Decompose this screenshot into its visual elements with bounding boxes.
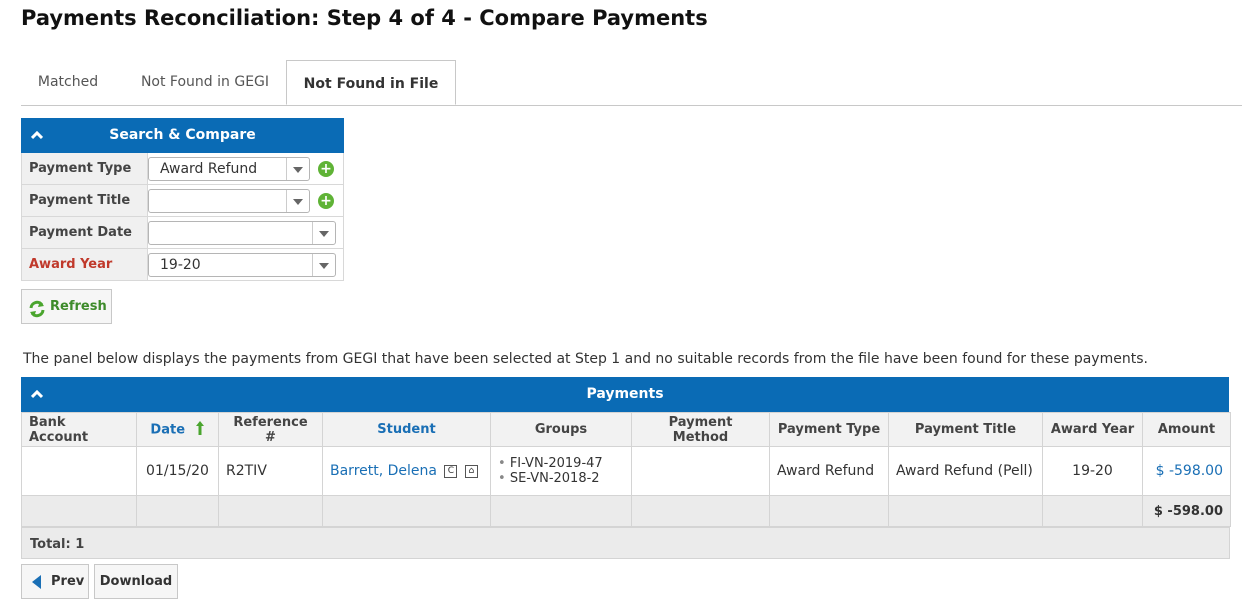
group-item: • SE-VN-2018-2 <box>498 471 600 486</box>
tab-bar: Matched Not Found in GEGI Not Found in F… <box>21 60 1242 106</box>
col-payment-type: Payment Type <box>769 412 889 447</box>
col-payment-method: Payment Method <box>631 412 770 447</box>
refresh-icon <box>28 298 46 331</box>
col-date[interactable]: Date <box>136 412 219 447</box>
cell-payment-title: Award Refund (Pell) <box>888 446 1043 496</box>
payment-title-select[interactable] <box>148 189 310 213</box>
home-icon[interactable]: ⌂ <box>464 464 478 478</box>
refresh-button[interactable]: Refresh <box>21 289 112 324</box>
cell-bank-account <box>21 446 137 496</box>
payment-date-row: Payment Date <box>21 217 344 249</box>
col-award-year: Award Year <box>1042 412 1143 447</box>
award-year-value: 19-20 <box>160 257 201 273</box>
col-bank-account: Bank Account <box>21 412 137 447</box>
prev-label: Prev <box>51 574 85 589</box>
payment-title-label: Payment Title <box>22 185 148 216</box>
col-student[interactable]: Student <box>322 412 491 447</box>
payments-title: Payments <box>586 386 664 402</box>
total-count: Total: 1 <box>21 527 1230 559</box>
col-groups: Groups <box>490 412 632 447</box>
table-header-row: Bank Account Date Reference # Student Gr… <box>21 412 1231 447</box>
table-row: 01/15/20 R2TIV Barrett, Delena C ⌂ • FI-… <box>21 446 1231 496</box>
cell-reference: R2TIV <box>218 446 323 496</box>
col-student-label[interactable]: Student <box>377 422 435 437</box>
col-payment-title: Payment Title <box>888 412 1043 447</box>
refresh-label: Refresh <box>50 299 107 314</box>
col-amount: Amount <box>1142 412 1231 447</box>
award-year-select[interactable]: 19-20 <box>148 253 336 277</box>
cell-date: 01/15/20 <box>136 446 219 496</box>
search-compare-header[interactable]: Search & Compare <box>21 118 344 153</box>
prev-arrow-icon <box>32 575 41 589</box>
sum-row: $ -598.00 <box>21 495 1231 527</box>
add-payment-title-icon[interactable]: + <box>318 193 334 209</box>
cell-payment-type: Award Refund <box>769 446 889 496</box>
sort-up-arrow-icon <box>195 420 205 440</box>
group-item: • FI-VN-2019-47 <box>498 456 603 471</box>
prev-button[interactable]: Prev <box>21 564 89 599</box>
dropdown-arrow-icon[interactable] <box>286 158 309 180</box>
cell-student: Barrett, Delena C ⌂ <box>322 446 491 496</box>
tab-not-found-in-file[interactable]: Not Found in File <box>286 60 456 105</box>
cell-payment-method <box>631 446 770 496</box>
dropdown-arrow-icon[interactable] <box>312 222 335 244</box>
payment-date-select[interactable] <box>148 221 336 245</box>
cell-groups: • FI-VN-2019-47 • SE-VN-2018-2 <box>490 446 632 496</box>
download-button[interactable]: Download <box>94 564 178 599</box>
dropdown-arrow-icon[interactable] <box>286 190 309 212</box>
page-title: Payments Reconciliation: Step 4 of 4 - C… <box>21 6 708 30</box>
payment-date-label: Payment Date <box>22 217 148 248</box>
add-payment-type-icon[interactable]: + <box>318 161 334 177</box>
search-compare-title: Search & Compare <box>109 127 256 143</box>
payments-table: Bank Account Date Reference # Student Gr… <box>21 412 1231 527</box>
payment-type-label: Payment Type <box>22 153 148 184</box>
dropdown-arrow-icon[interactable] <box>312 254 335 276</box>
payment-type-select[interactable]: Award Refund <box>148 157 310 181</box>
panel-description: The panel below displays the payments fr… <box>23 351 1148 367</box>
student-link[interactable]: Barrett, Delena <box>330 463 437 479</box>
col-date-label[interactable]: Date <box>150 422 185 437</box>
sum-amount: $ -598.00 <box>1142 495 1231 527</box>
amount-link[interactable]: $ -598.00 <box>1156 463 1223 479</box>
cell-award-year: 19-20 <box>1042 446 1143 496</box>
payment-type-value: Award Refund <box>160 161 258 177</box>
col-reference: Reference # <box>218 412 323 447</box>
payments-header[interactable]: Payments <box>21 377 1229 412</box>
tab-matched[interactable]: Matched <box>21 60 115 105</box>
cell-amount: $ -598.00 <box>1142 446 1231 496</box>
payment-title-row: Payment Title + <box>21 185 344 217</box>
award-year-row: Award Year 19-20 <box>21 249 344 281</box>
tab-not-found-in-gegi[interactable]: Not Found in GEGI <box>125 60 285 105</box>
payment-type-row: Payment Type Award Refund + <box>21 153 344 185</box>
search-compare-panel: Search & Compare Payment Type Award Refu… <box>21 118 344 281</box>
award-year-label: Award Year <box>22 249 148 280</box>
contact-icon[interactable]: C <box>444 464 458 478</box>
